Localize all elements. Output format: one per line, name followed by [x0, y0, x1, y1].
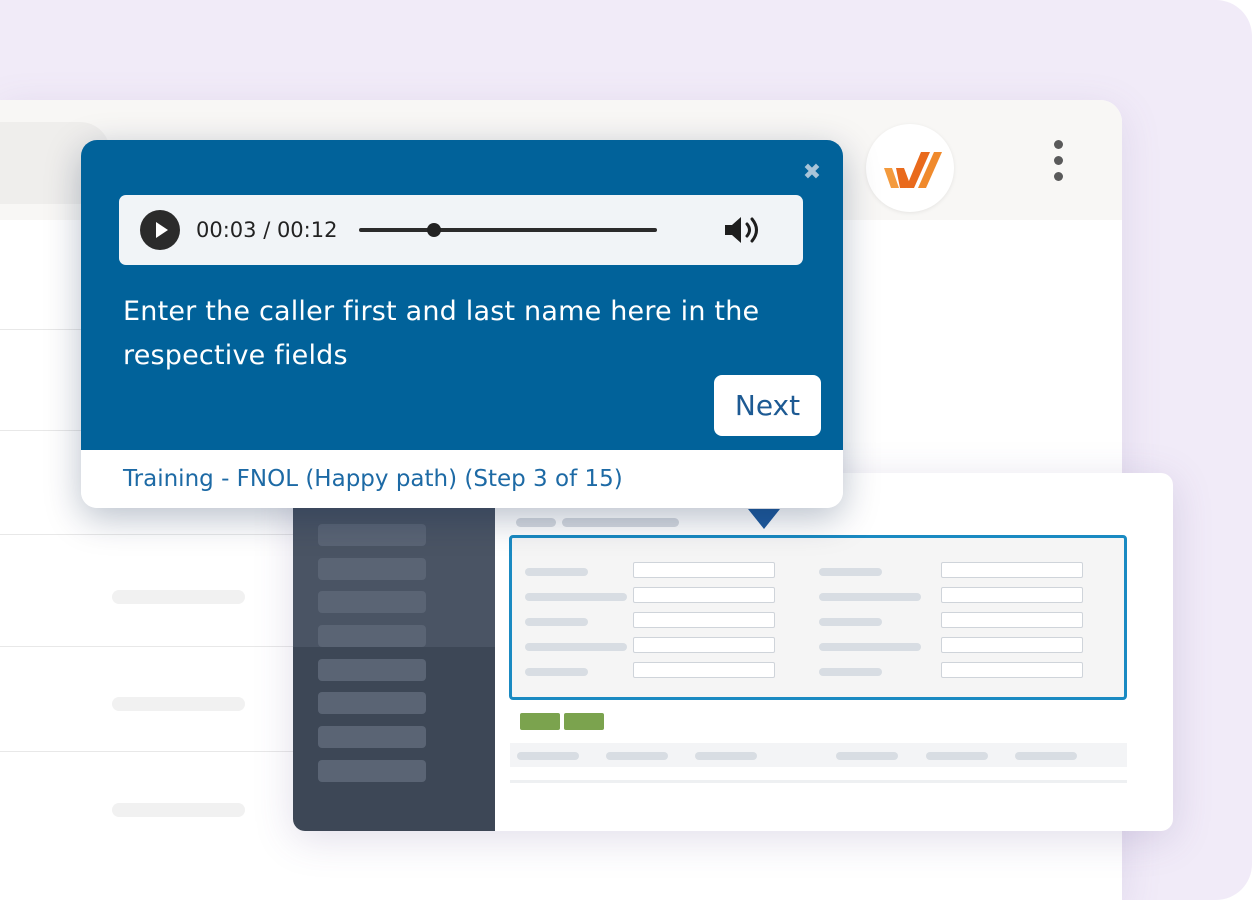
- column-header: [517, 752, 579, 760]
- field-label: [525, 643, 627, 651]
- column-header: [836, 752, 898, 760]
- field-label: [525, 618, 588, 626]
- list-divider: [0, 751, 300, 752]
- audio-time: 00:03 / 00:12: [196, 218, 338, 242]
- play-icon[interactable]: [140, 210, 180, 250]
- table-row: [510, 780, 1127, 783]
- form-field[interactable]: [941, 637, 1083, 653]
- walkthrough-popup: ✖ 00:03 / 00:12 Enter the caller first a…: [81, 140, 843, 508]
- form-field[interactable]: [633, 587, 775, 603]
- walkme-logo-icon[interactable]: [866, 124, 954, 212]
- sidebar-item[interactable]: [318, 692, 426, 714]
- list-item-placeholder: [112, 803, 245, 817]
- column-header: [606, 752, 668, 760]
- sidebar-item[interactable]: [318, 726, 426, 748]
- popup-footer: Training - FNOL (Happy path) (Step 3 of …: [81, 450, 843, 508]
- list-divider: [0, 646, 300, 647]
- sidebar-item[interactable]: [318, 760, 426, 782]
- form-field[interactable]: [633, 637, 775, 653]
- form-field[interactable]: [941, 587, 1083, 603]
- action-button[interactable]: [564, 713, 604, 730]
- form-field[interactable]: [941, 562, 1083, 578]
- list-item-placeholder: [112, 590, 245, 604]
- form-field[interactable]: [941, 662, 1083, 678]
- breadcrumb: [562, 518, 679, 527]
- field-label: [525, 568, 588, 576]
- sidebar-item[interactable]: [318, 625, 426, 647]
- column-header: [1015, 752, 1077, 760]
- form-field[interactable]: [633, 562, 775, 578]
- table-header: [510, 743, 1127, 767]
- form-field[interactable]: [941, 612, 1083, 628]
- field-label: [819, 568, 882, 576]
- form-field[interactable]: [633, 662, 775, 678]
- next-button[interactable]: Next: [714, 375, 821, 436]
- column-header: [695, 752, 757, 760]
- breadcrumb: [516, 518, 556, 527]
- audio-player: 00:03 / 00:12: [119, 195, 803, 265]
- action-button[interactable]: [520, 713, 560, 730]
- sidebar-item[interactable]: [318, 558, 426, 580]
- list-item-placeholder: [112, 697, 245, 711]
- kebab-menu-icon[interactable]: [1048, 140, 1068, 186]
- list-divider: [0, 534, 300, 535]
- field-label: [819, 668, 882, 676]
- sidebar-item[interactable]: [318, 591, 426, 613]
- field-label: [819, 593, 921, 601]
- form-field[interactable]: [633, 612, 775, 628]
- audio-progress-thumb[interactable]: [426, 223, 441, 237]
- field-label: [525, 593, 627, 601]
- audio-progress-slider[interactable]: [359, 223, 657, 237]
- volume-icon[interactable]: [723, 213, 765, 247]
- field-label: [819, 643, 921, 651]
- walkthrough-step-label: Training - FNOL (Happy path) (Step 3 of …: [123, 466, 623, 492]
- app-preview-card: [293, 473, 1173, 831]
- highlighted-caller-form: [509, 535, 1127, 700]
- sidebar-item[interactable]: [318, 659, 426, 681]
- sidebar-item[interactable]: [318, 524, 426, 546]
- popup-body: ✖ 00:03 / 00:12 Enter the caller first a…: [81, 140, 843, 450]
- field-label: [525, 668, 588, 676]
- walkthrough-message: Enter the caller first and last name her…: [123, 296, 760, 371]
- popup-pointer-arrow: [748, 509, 780, 529]
- column-header: [926, 752, 988, 760]
- close-icon[interactable]: ✖: [799, 160, 825, 186]
- field-label: [819, 618, 882, 626]
- app-sidebar: [293, 473, 495, 831]
